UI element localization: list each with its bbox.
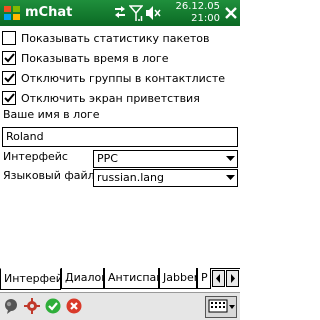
option-disable-welcome-screen[interactable]: Отключить экран приветствия xyxy=(2,89,200,107)
signal-icon[interactable] xyxy=(129,4,143,22)
name-in-log-label: Ваше имя в логе xyxy=(3,108,100,121)
tab-bar: Интерфейс Диалог Антиспам Jabber P xyxy=(0,268,240,292)
language-file-select-value: russian.lang xyxy=(97,171,164,184)
clock[interactable]: 26.12.05 21:00 xyxy=(164,1,220,25)
checkbox-label: Отключить экран приветствия xyxy=(21,91,200,105)
connectivity-icon[interactable] xyxy=(113,4,127,22)
tab-partial[interactable]: P xyxy=(197,268,211,289)
volume-icon[interactable] xyxy=(145,4,161,22)
checkbox-label: Показывать время в логе xyxy=(21,51,169,65)
close-icon[interactable] xyxy=(224,5,238,21)
chevron-right-icon xyxy=(231,274,235,283)
ok-icon[interactable] xyxy=(45,298,61,314)
option-disable-groups[interactable]: Отключить группы в контактлисте xyxy=(2,69,225,87)
checkbox[interactable] xyxy=(2,31,16,45)
interface-select[interactable]: PPC xyxy=(93,150,238,168)
windows-flag-icon[interactable] xyxy=(3,4,21,22)
command-bar xyxy=(0,292,240,320)
keyboard-icon xyxy=(208,299,235,313)
option-show-packet-stats[interactable]: Показывать статистику пакетов xyxy=(2,29,210,47)
name-in-log-input[interactable]: Roland xyxy=(2,127,238,147)
option-show-time-in-log[interactable]: Показывать время в логе xyxy=(2,49,168,67)
checkbox[interactable] xyxy=(2,91,16,105)
checkbox[interactable] xyxy=(2,51,16,65)
check-icon xyxy=(4,73,15,83)
tab-antispam[interactable]: Антиспам xyxy=(104,268,159,289)
chevron-down-icon xyxy=(226,175,235,180)
check-icon xyxy=(4,53,15,63)
clock-time: 21:00 xyxy=(191,13,220,24)
check-icon xyxy=(4,93,15,103)
tab-scroll-left-button[interactable] xyxy=(212,270,225,287)
tab-jabber[interactable]: Jabber xyxy=(159,268,197,289)
settings-icon[interactable] xyxy=(24,298,40,314)
chevron-left-icon xyxy=(216,274,220,283)
clock-date: 26.12.05 xyxy=(175,1,220,12)
tab-dialog[interactable]: Диалог xyxy=(61,268,104,289)
title-bar: mChat 26.12.05 21:00 xyxy=(0,0,240,26)
tab-scroll-right-button[interactable] xyxy=(226,270,239,287)
interface-label: Интерфейс xyxy=(3,150,68,163)
checkbox-label: Показывать статистику пакетов xyxy=(21,31,210,45)
tab-interface[interactable]: Интерфейс xyxy=(0,268,61,290)
checkbox-label: Отключить группы в контактлисте xyxy=(21,71,226,85)
language-file-select[interactable]: russian.lang xyxy=(93,169,238,187)
input-panel-button[interactable] xyxy=(205,296,237,318)
language-file-label: Языковый файл xyxy=(3,169,95,182)
chevron-down-icon xyxy=(226,156,235,161)
interface-select-value: PPC xyxy=(97,152,118,165)
cancel-icon[interactable] xyxy=(66,298,82,314)
status-icon[interactable] xyxy=(3,298,19,314)
app-title: mChat xyxy=(25,5,73,20)
checkbox[interactable] xyxy=(2,71,16,85)
